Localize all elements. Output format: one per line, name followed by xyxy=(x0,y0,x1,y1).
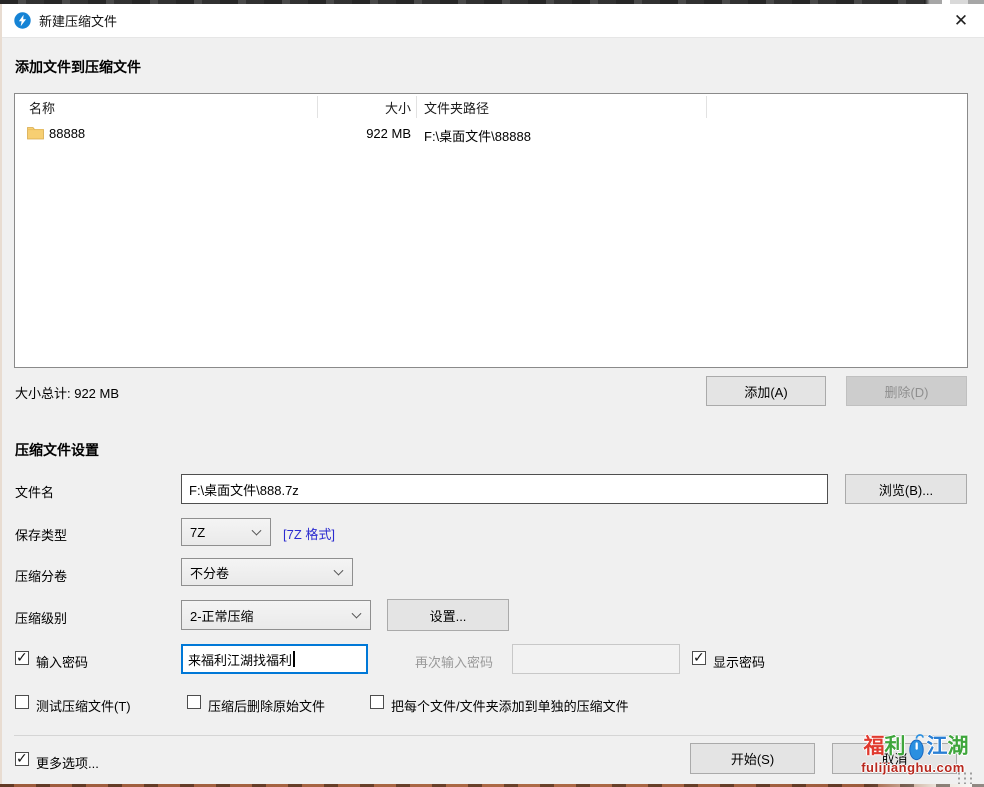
filename-input[interactable] xyxy=(181,474,828,504)
add-button[interactable]: 添加(A) xyxy=(706,376,826,406)
show-password-checkbox[interactable] xyxy=(692,649,706,666)
volume-label: 压缩分卷 xyxy=(15,569,68,584)
new-archive-dialog: 新建压缩文件 ✕ 添加文件到压缩文件 名称 大小 文件夹路径 88888 922… xyxy=(0,0,984,787)
file-list[interactable]: 名称 大小 文件夹路径 88888 922 MB F:\桌面文件\88888 xyxy=(14,93,968,368)
level-value: 2-正常压缩 xyxy=(190,608,254,624)
level-label: 压缩级别 xyxy=(15,611,68,626)
delete-after-label[interactable]: 压缩后删除原始文件 xyxy=(208,696,325,715)
save-type-value: 7Z xyxy=(190,524,206,540)
add-files-heading: 添加文件到压缩文件 xyxy=(15,59,141,75)
text-caret xyxy=(293,651,296,667)
confirm-password-input xyxy=(512,644,680,674)
watermark-dots xyxy=(956,771,974,784)
column-divider xyxy=(706,96,707,118)
password-input[interactable]: 来福利江湖找福利 xyxy=(181,644,368,674)
cancel-button[interactable]: 取消 xyxy=(832,743,957,774)
show-password-label[interactable]: 显示密码 xyxy=(713,652,765,671)
level-settings-button[interactable]: 设置... xyxy=(387,599,509,631)
start-button[interactable]: 开始(S) xyxy=(690,743,815,774)
format-options-link[interactable]: [7Z 格式] xyxy=(283,524,335,543)
more-options-checkbox[interactable] xyxy=(15,750,29,767)
password-checkbox-label[interactable]: 输入密码 xyxy=(36,652,88,671)
separate-archives-label[interactable]: 把每个文件/文件夹添加到单独的压缩文件 xyxy=(391,696,629,715)
table-row[interactable]: 88888 922 MB F:\桌面文件\88888 xyxy=(15,122,967,146)
column-divider xyxy=(317,96,318,118)
archive-settings-heading: 压缩文件设置 xyxy=(15,442,99,458)
bandizip-logo-icon xyxy=(14,12,31,29)
confirm-password-label: 再次输入密码 xyxy=(415,655,494,670)
chevron-down-icon xyxy=(351,608,362,619)
footer-divider xyxy=(14,735,968,736)
file-list-header: 名称 大小 文件夹路径 xyxy=(15,94,967,120)
save-type-select[interactable]: 7Z xyxy=(181,518,271,546)
test-archive-checkbox[interactable] xyxy=(15,695,29,709)
more-options-label[interactable]: 更多选项... xyxy=(36,753,99,772)
file-size-cell: 922 MB xyxy=(366,126,411,141)
column-divider xyxy=(416,96,417,118)
folder-icon xyxy=(27,127,44,140)
titlebar: 新建压缩文件 ✕ xyxy=(2,4,984,38)
chevron-down-icon xyxy=(333,565,344,576)
password-checkbox[interactable] xyxy=(15,649,29,666)
file-path-cell: F:\桌面文件\88888 xyxy=(424,129,531,144)
test-archive-label[interactable]: 测试压缩文件(T) xyxy=(36,696,131,715)
level-select[interactable]: 2-正常压缩 xyxy=(181,600,371,630)
save-type-label: 保存类型 xyxy=(15,528,68,543)
delete-after-checkbox[interactable] xyxy=(187,695,201,709)
window-title: 新建压缩文件 xyxy=(39,14,118,29)
total-size-label: 大小总计: 922 MB xyxy=(15,386,120,401)
volume-select[interactable]: 不分卷 xyxy=(181,558,353,586)
filename-label: 文件名 xyxy=(15,485,55,500)
delete-button: 删除(D) xyxy=(846,376,967,406)
background-bleed-left xyxy=(0,4,2,784)
column-header-name[interactable]: 名称 xyxy=(29,98,55,117)
volume-value: 不分卷 xyxy=(190,565,230,581)
column-header-size[interactable]: 大小 xyxy=(317,98,411,117)
password-value: 来福利江湖找福利 xyxy=(188,652,293,668)
separate-archives-checkbox[interactable] xyxy=(370,695,384,709)
column-header-path[interactable]: 文件夹路径 xyxy=(424,98,489,117)
close-icon[interactable]: ✕ xyxy=(938,4,984,38)
chevron-down-icon xyxy=(251,525,262,536)
browse-button[interactable]: 浏览(B)... xyxy=(845,474,967,504)
file-name-cell: 88888 xyxy=(49,126,86,141)
